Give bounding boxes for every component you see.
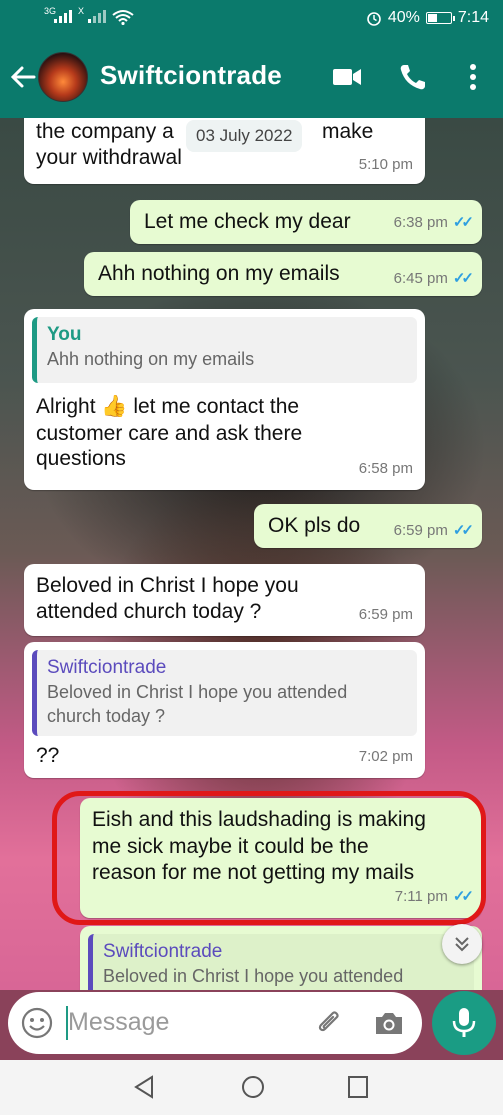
message-text: Let me check my dear: [144, 210, 351, 233]
more-options-icon[interactable]: [456, 60, 490, 94]
message-time: 6:59 pm ✓✓: [394, 517, 474, 544]
message-outgoing[interactable]: OK pls do 6:59 pm ✓✓: [254, 504, 482, 548]
mic-button[interactable]: [432, 991, 496, 1055]
quoted-text: Beloved in Christ I hope you attended: [47, 682, 348, 702]
message-text: Beloved in Christ I hope you: [36, 574, 299, 597]
chevron-double-down-icon: [455, 937, 469, 952]
attach-icon[interactable]: [312, 1006, 346, 1040]
quoted-author: You: [47, 324, 82, 345]
quoted-message[interactable]: You Ahh nothing on my emails: [32, 317, 417, 383]
signal-2-icon: X: [78, 6, 106, 25]
system-nav-bar: [0, 1060, 503, 1115]
quoted-message[interactable]: Swiftciontrade Beloved in Christ I hope …: [32, 650, 417, 736]
quoted-text: church today ?: [47, 706, 166, 726]
message-text-fragment: make: [322, 120, 374, 143]
red-highlight-outline: [52, 791, 486, 925]
message-text: attended church today ?: [36, 600, 262, 623]
message-text: OK pls do: [268, 514, 361, 537]
voice-call-icon[interactable]: [396, 60, 430, 94]
camera-icon[interactable]: [372, 1006, 406, 1040]
message-outgoing[interactable]: Let me check my dear 6:38 pm ✓✓: [130, 200, 482, 244]
message-time: 6:38 pm ✓✓: [394, 209, 474, 236]
mic-icon: [452, 1008, 476, 1037]
quoted-text: Beloved in Christ I hope you attended: [103, 966, 404, 986]
message-time: 7:02 pm: [358, 748, 413, 765]
read-receipt-icon: ✓✓: [452, 214, 474, 231]
read-receipt-icon: ✓✓: [452, 522, 474, 539]
message-time: 5:10 pm: [358, 156, 413, 173]
quoted-author: Swiftciontrade: [103, 941, 223, 962]
quoted-author: Swiftciontrade: [47, 657, 167, 678]
contact-name[interactable]: Swiftciontrade: [100, 60, 282, 91]
date-chip: 03 July 2022: [186, 120, 303, 152]
message-outgoing[interactable]: Swiftciontrade Beloved in Christ I hope …: [80, 926, 482, 990]
message-input-field[interactable]: Message: [8, 992, 422, 1054]
chat-header: Swiftciontrade: [0, 38, 503, 118]
battery-icon: [425, 12, 455, 24]
status-bar: 3G X 40% 7:14: [0, 0, 503, 38]
message-outgoing[interactable]: Ahh nothing on my emails 6:45 pm ✓✓: [84, 252, 482, 296]
video-call-icon[interactable]: [330, 60, 364, 94]
message-text: customer care and ask there: [36, 422, 303, 445]
nav-recents-icon[interactable]: [346, 1074, 370, 1100]
emoji-icon[interactable]: [20, 1006, 54, 1040]
read-receipt-icon: ✓✓: [452, 270, 474, 287]
alarm-icon: [367, 12, 381, 26]
message-input[interactable]: Message: [68, 1008, 169, 1037]
message-incoming[interactable]: You Ahh nothing on my emails Alright 👍 l…: [24, 309, 425, 490]
message-text: your withdrawal: [36, 146, 182, 169]
nav-back-icon[interactable]: [132, 1074, 156, 1100]
message-text: the company a: [36, 120, 174, 143]
message-time: 6:45 pm ✓✓: [394, 265, 474, 292]
message-time: 6:59 pm: [358, 606, 413, 623]
signal-3g-icon: 3G: [44, 6, 72, 25]
avatar[interactable]: [38, 52, 88, 102]
back-arrow-icon[interactable]: [8, 60, 38, 94]
message-text: ??: [36, 744, 60, 767]
clock: 7:14: [457, 9, 489, 26]
message-text: Alright 👍 let me contact the: [36, 395, 300, 418]
message-incoming[interactable]: Swiftciontrade Beloved in Christ I hope …: [24, 642, 425, 778]
signal-indicators: 3G X: [44, 6, 134, 25]
nav-home-icon[interactable]: [240, 1074, 266, 1100]
chat-area[interactable]: the company a make your withdrawal 5:10 …: [0, 118, 503, 990]
composer-bar: Message: [0, 990, 503, 1060]
message-text: questions: [36, 447, 126, 470]
message-time: 6:58 pm: [358, 460, 413, 477]
scroll-to-bottom-button[interactable]: [442, 924, 482, 964]
quoted-text: Ahh nothing on my emails: [47, 349, 255, 369]
message-text: Ahh nothing on my emails: [98, 262, 340, 285]
quoted-message[interactable]: Swiftciontrade Beloved in Christ I hope …: [88, 934, 474, 990]
message-incoming[interactable]: Beloved in Christ I hope you attended ch…: [24, 564, 425, 636]
wifi-icon: [112, 10, 134, 25]
battery-percent: 40%: [387, 9, 420, 26]
